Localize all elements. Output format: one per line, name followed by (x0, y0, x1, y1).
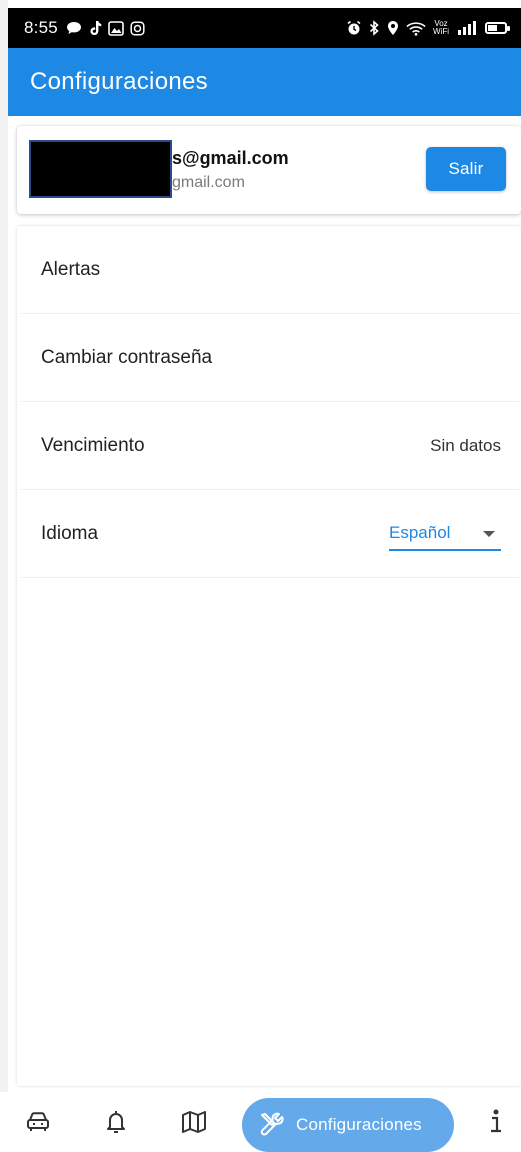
status-bar: 8:55 Voz WiFi (8, 8, 521, 48)
battery-icon (485, 22, 510, 34)
expiration-value: Sin datos (430, 435, 501, 455)
app-screen: 8:55 Voz WiFi Configuraciones s@gmail.co… (0, 0, 521, 1152)
app-bar: Configuraciones (8, 48, 521, 116)
tiktok-icon (90, 21, 102, 35)
status-right-icons: Voz WiFi (346, 19, 510, 36)
nav-item-alerts[interactable] (98, 1104, 134, 1140)
settings-list: Alertas Cambiar contraseña Vencimiento S… (17, 226, 521, 1086)
redacted-account-block (29, 140, 172, 198)
language-dropdown[interactable]: Español (389, 517, 501, 551)
location-icon (388, 21, 398, 35)
status-time: 8:55 (24, 18, 58, 37)
wifi-icon (406, 21, 426, 36)
nav-item-vehicles[interactable] (20, 1104, 56, 1140)
settings-item-label: Idioma (41, 522, 99, 544)
instagram-icon (130, 20, 145, 36)
alarm-icon (347, 20, 361, 35)
nav-item-settings[interactable]: Configuraciones (242, 1098, 454, 1152)
account-card: s@gmail.com gmail.com Salir (17, 126, 521, 214)
info-icon (491, 1109, 501, 1133)
language-selected-value: Español (389, 522, 451, 542)
tools-icon (260, 1112, 284, 1136)
settings-item-expiration: Vencimiento Sin datos (21, 402, 519, 490)
settings-item-change-password[interactable]: Cambiar contraseña (21, 314, 519, 402)
chevron-down-icon (483, 530, 495, 537)
screen-edge (0, 0, 8, 1152)
nav-active-label: Configuraciones (296, 1115, 422, 1134)
chat-bubble-icon (66, 22, 81, 34)
bluetooth-icon (369, 20, 379, 36)
status-left-icons (66, 20, 145, 36)
bottom-navigation: Configuraciones (0, 1092, 521, 1152)
settings-item-alerts[interactable]: Alertas (21, 226, 519, 314)
account-secondary-email: gmail.com (172, 174, 245, 191)
car-icon (27, 1112, 49, 1131)
page-title: Configuraciones (30, 68, 208, 95)
image-icon (108, 20, 124, 36)
settings-item-label: Alertas (41, 258, 101, 280)
nav-item-info[interactable] (478, 1104, 514, 1140)
signal-icon (458, 21, 476, 35)
map-icon (182, 1111, 206, 1133)
account-email: s@gmail.com (172, 148, 289, 168)
nav-item-map[interactable] (176, 1104, 212, 1140)
bell-icon (107, 1111, 125, 1133)
settings-item-label: Vencimiento (41, 434, 145, 456)
settings-item-language: Idioma Español (21, 490, 519, 578)
voz-wifi-label: Voz WiFi (433, 19, 449, 36)
logout-button[interactable]: Salir (426, 147, 506, 191)
settings-item-label: Cambiar contraseña (41, 346, 213, 368)
